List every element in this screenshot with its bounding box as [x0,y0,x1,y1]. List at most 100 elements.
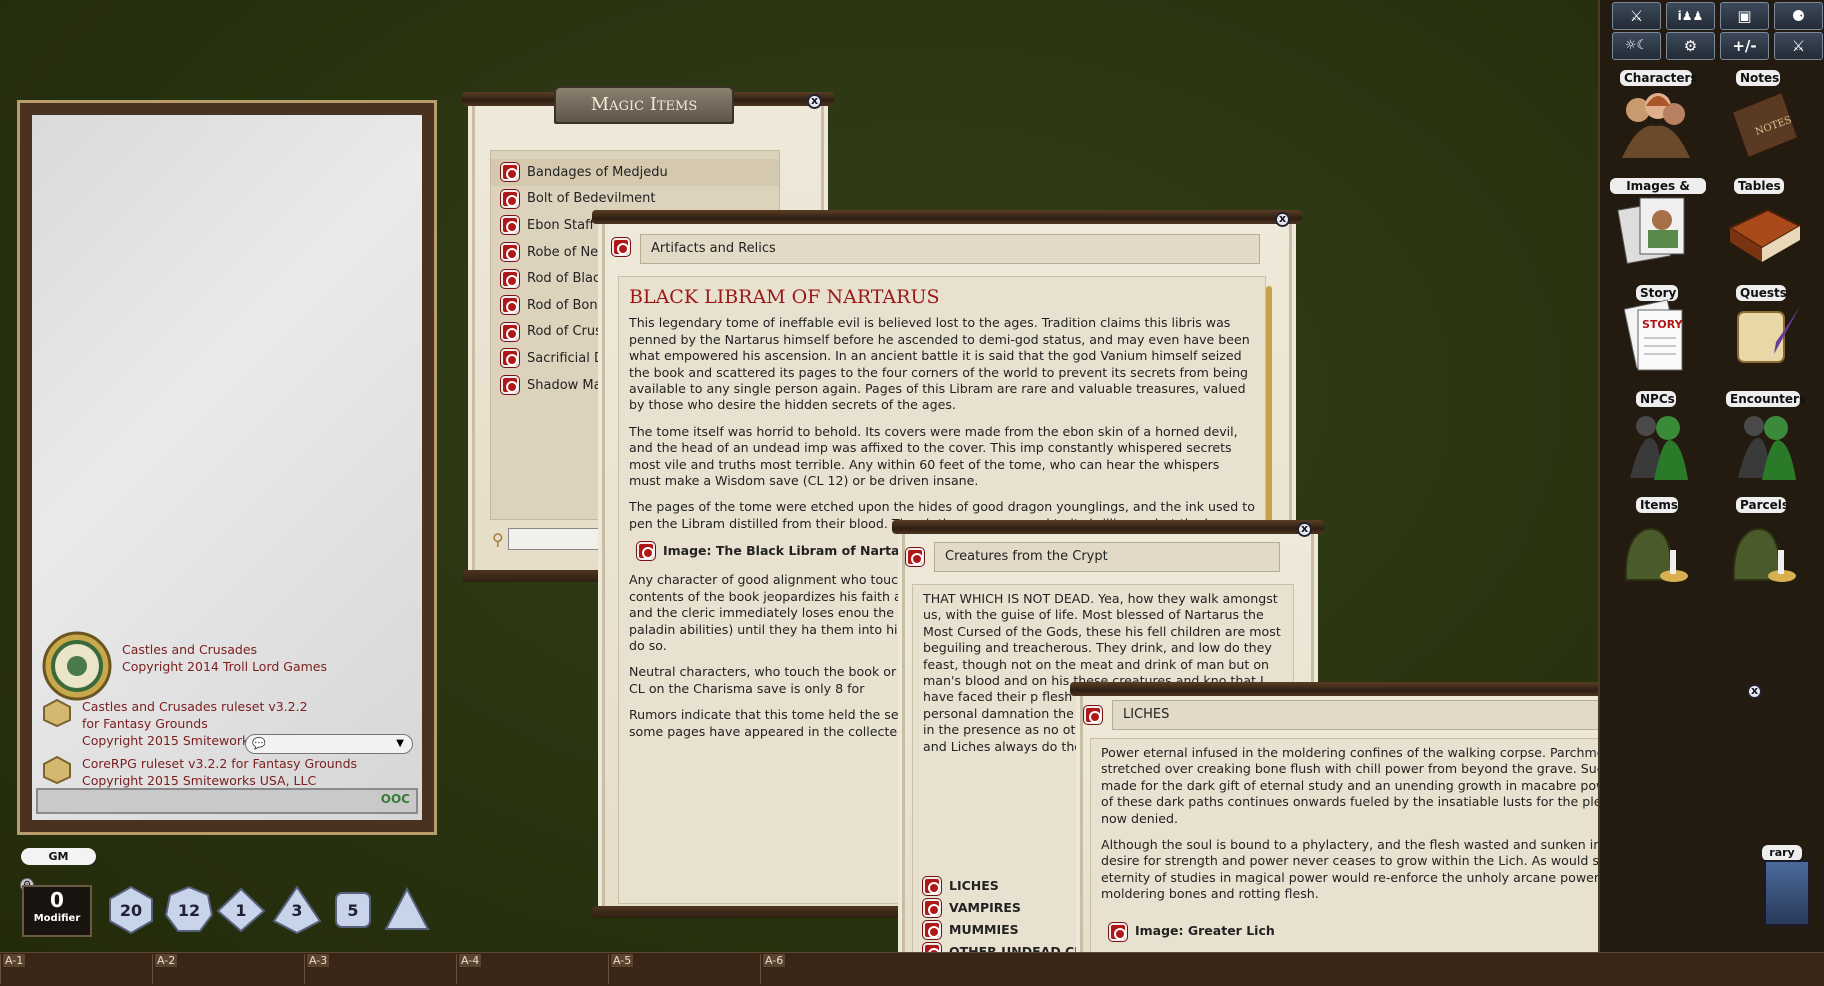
options-button[interactable]: ⚙ [1666,32,1715,60]
images-maps-icon[interactable] [1616,192,1696,270]
hotkey-label: A-3 [307,954,330,967]
link-icon[interactable] [501,163,519,182]
chat-entry: Castles and Crusades Copyright 2014 Trol… [42,631,327,701]
image-link-label: Image: Greater Lich [1135,923,1275,939]
link-icon[interactable] [923,899,941,917]
chat-line: Copyright 2015 Smiteworks USA, LLC [82,773,317,788]
hotkey-slot[interactable]: A-3 [304,954,450,984]
chat-mode-select[interactable]: 💬 ▼ [245,734,413,754]
list-item[interactable]: Bolt of Bedevilment [491,186,779,213]
d20-die-icon[interactable]: 20 [106,885,156,935]
calendar-button[interactable]: ☼☾ [1612,32,1661,60]
link-icon[interactable] [1084,706,1102,724]
library-label-library[interactable]: rary [1762,845,1802,861]
hotkey-label: A-1 [3,954,26,967]
link-icon[interactable] [501,349,519,368]
chevron-down-icon: ▼ [396,738,404,749]
link-mummies[interactable]: MUMMIES [923,919,1079,941]
castles-crusades-logo-icon [42,631,112,701]
chat-log[interactable]: Castles and Crusades Copyright 2014 Trol… [32,115,422,820]
chat-line: Castles and Crusades ruleset v3.2.2 [82,699,308,714]
ooc-toggle[interactable]: OOC [381,792,410,806]
tables-icon[interactable] [1724,196,1804,274]
link-icon[interactable] [923,921,941,939]
npcs-icon[interactable] [1616,404,1696,482]
link-label: MUMMIES [949,922,1019,937]
link-label: VAMPIRES [949,900,1021,915]
category-field[interactable]: Artifacts and Relics [640,234,1260,264]
hotkey-slot[interactable]: A-2 [152,954,298,984]
window-rod [892,520,1324,534]
modules-button[interactable]: ⚈ [1774,2,1823,30]
link-icon[interactable] [906,548,924,566]
link-icon[interactable] [923,877,941,895]
close-icon[interactable]: x [1275,212,1290,227]
hotkey-slot[interactable]: A-4 [456,954,602,984]
d4-die-icon[interactable] [382,885,432,935]
hotkey-label: A-6 [763,954,786,967]
identity-badge[interactable]: GM [21,848,96,865]
link-icon[interactable] [501,189,519,208]
notes-icon[interactable]: NOTES [1724,86,1804,164]
chat-input[interactable]: OOC [36,788,418,814]
library-label-notes[interactable]: Notes [1736,70,1780,86]
close-icon[interactable]: x [1747,684,1762,699]
library-label-tables[interactable]: Tables [1734,178,1784,194]
hotkey-label: A-5 [611,954,634,967]
hotkey-label: A-4 [459,954,482,967]
link-icon[interactable] [501,296,519,315]
link-icon[interactable] [637,542,655,561]
search-icon[interactable]: ⚲ [492,530,504,549]
parcels-icon[interactable] [1724,510,1804,588]
item-label: Bandages of Medjedu [527,164,668,180]
d8-die-icon[interactable]: 3 [272,885,322,935]
d10-die-icon[interactable]: 1 [216,885,266,935]
item-label: Rod of Crus [527,324,602,340]
ruleset-icon [43,755,71,785]
link-icon[interactable] [501,269,519,288]
modifier-box[interactable]: 0 Modifier [22,885,92,937]
d6-die-icon[interactable]: 5 [328,885,378,935]
modifier-value: 0 [50,888,64,912]
paragraph: The tome itself was horrid to behold. It… [629,423,1238,489]
link-icon[interactable] [501,322,519,341]
quests-icon[interactable] [1724,298,1804,376]
category-field[interactable]: Creatures from the Crypt [934,542,1280,572]
items-icon[interactable] [1616,510,1696,588]
link-icon[interactable] [1109,922,1127,941]
link-icon[interactable] [612,238,630,256]
hotkey-slot[interactable]: A-5 [608,954,754,984]
link-icon[interactable] [501,376,519,395]
paragraph: This legendary tome of ineffable evil is… [629,315,1250,413]
story-heading: BLACK LIBRAM OF NARTARUS [629,286,940,308]
library-label-characters[interactable]: Characters [1620,70,1698,86]
modifier-label: Modifier [33,913,81,924]
link-icon[interactable] [501,216,519,235]
hotkey-slot[interactable]: A-1 [0,954,146,984]
encounters-icon[interactable] [1724,404,1804,482]
chat-line: Copyright 2014 Troll Lord Games [122,659,328,674]
die-face: 3 [291,900,303,920]
die-face: 1 [235,900,247,920]
hotkey-slot[interactable]: A-6 [760,954,906,984]
link-vampires[interactable]: VAMPIRES [923,897,1079,919]
link-icon[interactable] [501,243,519,262]
item-label: Shadow Ma [527,377,602,393]
library-button[interactable]: ▣ [1720,2,1769,30]
story-icon[interactable]: STORY [1616,298,1696,376]
library-book-icon[interactable] [1764,860,1810,926]
chat-line: Castles and Crusades [122,642,258,657]
close-icon[interactable]: x [807,94,822,109]
effects-button[interactable]: ⚔ [1774,32,1823,60]
list-item[interactable]: Bandages of Medjedu [491,159,779,186]
d12-die-icon[interactable]: 12 [164,885,214,935]
chat-line: CoreRPG ruleset v3.2.2 for Fantasy Groun… [82,756,358,771]
link-liches[interactable]: LICHES [923,875,1079,897]
party-sheet-button[interactable]: i♟♟ [1666,2,1715,30]
characters-icon[interactable] [1616,86,1696,164]
window-title: Magic Items [554,86,734,124]
die-face: 20 [119,900,143,920]
combat-tracker-button[interactable]: ⚔ [1612,2,1661,30]
close-icon[interactable]: x [1297,522,1312,537]
modifiers-button[interactable]: +/- [1720,32,1769,60]
